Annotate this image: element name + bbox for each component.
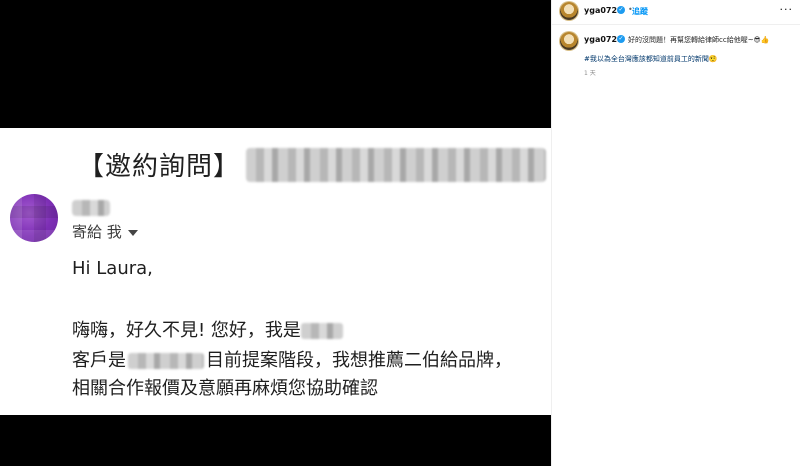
header-divider	[552, 24, 800, 25]
chevron-down-icon	[127, 229, 138, 236]
email-line-1-text: 嗨嗨，好久不見! 您好，我是	[72, 320, 301, 341]
post-timestamp[interactable]: 1 天	[584, 68, 596, 77]
sender-avatar-pixelation	[10, 194, 58, 242]
caption-text: 好的沒問題！再幫您轉給律師cc給他喔~😎👍	[628, 36, 770, 44]
caption-author-avatar[interactable]	[560, 32, 578, 50]
verified-badge-icon: ✓	[617, 35, 625, 43]
follow-button[interactable]: 追蹤	[632, 6, 648, 17]
email-body-line-2: 客戶是 目前提案階段，我想推薦二伯給品牌，	[72, 346, 512, 372]
redacted-sender-name	[72, 200, 110, 216]
email-greeting: Hi Laura,	[72, 258, 153, 279]
email-subject: 【邀約詢問】	[78, 152, 241, 182]
post-side-panel: yga0721 ✓ • 追蹤 ··· yga0721 ✓ 好的沒問題！再幫您轉給…	[551, 0, 800, 466]
email-body-line-3: 相關合作報價及意願再麻煩您協助確認	[72, 378, 378, 399]
caption-hashtag[interactable]: #我以為全台灣應該都知道前員工的新聞🤨	[584, 54, 718, 64]
email-body-line-1: 嗨嗨，好久不見! 您好，我是	[72, 316, 343, 342]
redacted-client	[128, 353, 204, 369]
more-options-icon[interactable]: ···	[780, 3, 794, 16]
email-screenshot: 【邀約詢問】 寄給 我 Hi Laura, 嗨嗨，好久不見! 您好，我是 客戶是…	[0, 128, 551, 415]
redacted-subject	[246, 147, 547, 182]
recipient-label: 寄給 我	[72, 223, 122, 241]
post-media[interactable]: 【邀約詢問】 寄給 我 Hi Laura, 嗨嗨，好久不見! 您好，我是 客戶是…	[0, 0, 551, 466]
email-line-2-suffix: 目前提案階段，我想推薦二伯給品牌，	[206, 350, 512, 371]
post-header: yga0721 ✓ • 追蹤 ···	[552, 0, 800, 24]
recipient-line: 寄給 我	[72, 221, 138, 242]
redacted-name	[300, 323, 343, 339]
author-avatar[interactable]	[560, 2, 578, 20]
email-subject-row: 【邀約詢問】	[78, 146, 547, 186]
email-line-2-prefix: 客戶是	[72, 350, 126, 371]
verified-badge-icon: ✓	[617, 6, 625, 14]
